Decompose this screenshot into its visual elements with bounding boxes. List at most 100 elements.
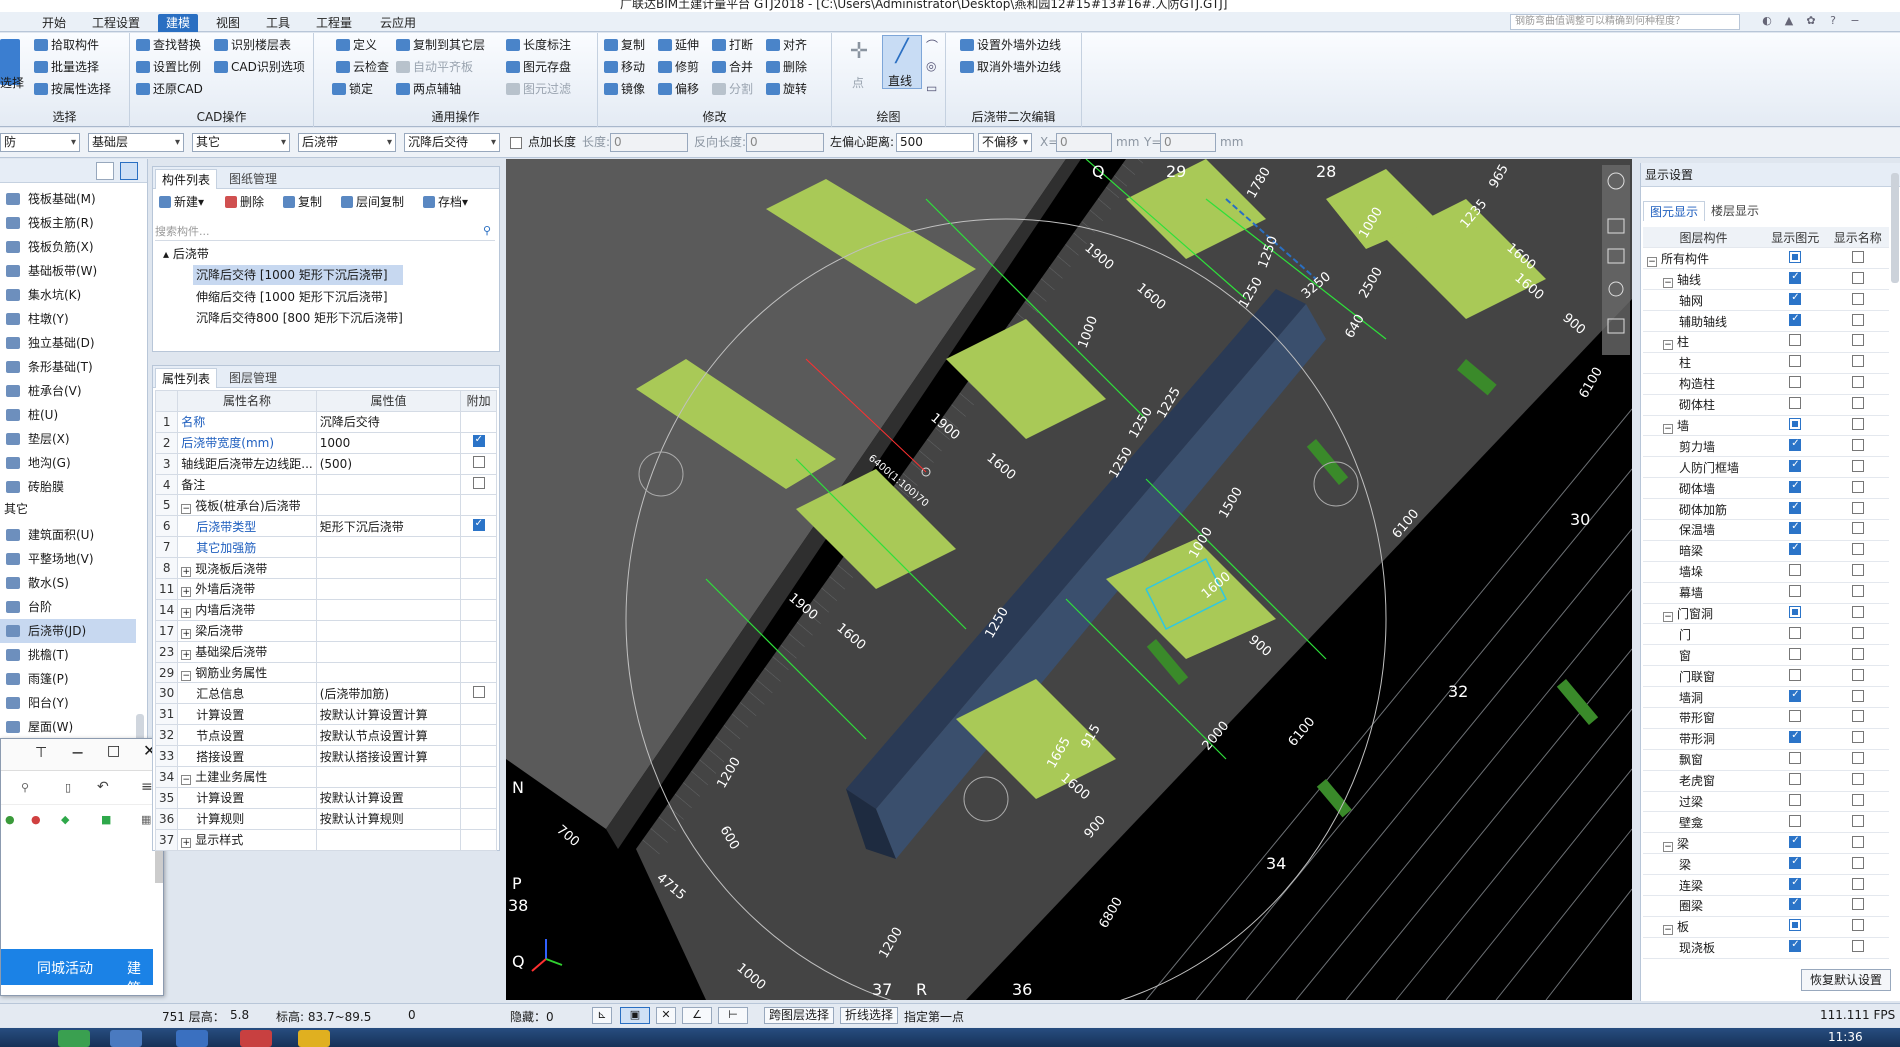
show-element-checkbox[interactable] <box>1789 417 1802 430</box>
property-value[interactable] <box>315 494 462 517</box>
element-filter-button[interactable]: 图元过滤 <box>506 79 571 99</box>
nav-item[interactable]: 桩(U) <box>0 403 136 427</box>
display-scrollbar[interactable] <box>1891 173 1899 283</box>
point-icon[interactable]: ✛ <box>844 39 874 69</box>
search-icon[interactable]: ⚲ <box>21 781 29 794</box>
show-name-checkbox[interactable] <box>1851 752 1864 765</box>
show-element-checkbox[interactable] <box>1789 313 1802 326</box>
show-name-checkbox[interactable] <box>1851 647 1864 660</box>
show-element-checkbox[interactable] <box>1789 856 1802 869</box>
tab-start[interactable]: 开始 <box>34 14 74 32</box>
property-row[interactable]: 17 + 梁后浇带 <box>154 619 497 642</box>
delete-button[interactable]: 删除 <box>766 57 807 77</box>
attach-checkbox[interactable] <box>472 477 485 489</box>
tree-root-postcast[interactable]: ▴ 后浇带 <box>163 245 209 262</box>
property-value[interactable] <box>315 619 462 642</box>
tab-project-settings[interactable]: 工程设置 <box>84 14 148 32</box>
show-name-checkbox[interactable] <box>1851 626 1864 639</box>
show-element-checkbox[interactable] <box>1789 585 1802 598</box>
auto-align-slab-button[interactable]: 自动平齐板 <box>396 57 473 77</box>
nav-item[interactable]: 散水(S) <box>0 571 136 595</box>
taskbar-app-icon[interactable] <box>298 1030 330 1047</box>
show-element-checkbox[interactable] <box>1789 501 1802 514</box>
expand-toggle-icon[interactable]: − <box>1663 611 1673 622</box>
nav-item[interactable]: 雨篷(P) <box>0 667 136 691</box>
building-link[interactable]: 建筑 <box>127 958 153 998</box>
cancel-outer-wall-button[interactable]: 取消外墙外边线 <box>960 57 1061 77</box>
show-element-checkbox[interactable] <box>1789 397 1802 410</box>
property-row[interactable]: 7 其它加强筋 <box>154 536 497 559</box>
expand-toggle-icon[interactable]: − <box>1663 841 1673 852</box>
show-name-checkbox[interactable] <box>1851 731 1864 744</box>
tab-cloud[interactable]: 云应用 <box>372 14 424 32</box>
select-big-button[interactable]: 选择 <box>0 73 24 93</box>
tab-floor-display[interactable]: 楼层显示 <box>1705 201 1765 221</box>
expand-toggle-icon[interactable]: − <box>181 671 192 682</box>
cad-options-button[interactable]: CAD识别选项 <box>214 57 305 77</box>
category-select[interactable]: 其它 <box>192 133 290 152</box>
nav-item[interactable]: 筏板主筋(R) <box>0 211 136 235</box>
offset-mode-select[interactable]: 不偏移 <box>978 133 1032 152</box>
find-replace-button[interactable]: 查找替换 <box>136 35 201 55</box>
expand-toggle-icon[interactable]: − <box>1647 256 1657 267</box>
list-view-icon[interactable] <box>96 162 114 180</box>
add-length-checkbox[interactable] <box>510 137 522 149</box>
expand-toggle-icon[interactable]: − <box>181 503 192 514</box>
show-name-checkbox[interactable] <box>1851 605 1864 618</box>
nav-item[interactable]: 集水坑(K) <box>0 283 136 307</box>
tab-property-list[interactable]: 属性列表 <box>155 368 218 388</box>
recognize-floor-table-button[interactable]: 识别楼层表 <box>214 35 291 55</box>
show-name-checkbox[interactable] <box>1851 668 1864 681</box>
tab-drawing-management[interactable]: 图纸管理 <box>223 169 283 189</box>
rotate-button[interactable]: 旋转 <box>766 79 807 99</box>
show-element-checkbox[interactable] <box>1789 730 1802 744</box>
show-name-checkbox[interactable] <box>1851 710 1864 723</box>
y-input[interactable]: 0 <box>1160 133 1216 152</box>
show-name-checkbox[interactable] <box>1851 313 1864 326</box>
component-item-selected[interactable]: 沉降后交待 [1000 矩形下沉后浇带] <box>193 265 403 285</box>
show-element-checkbox[interactable] <box>1789 814 1802 827</box>
show-element-checkbox[interactable] <box>1789 689 1802 702</box>
property-value[interactable] <box>315 557 462 580</box>
show-element-checkbox[interactable] <box>1789 376 1802 389</box>
property-row[interactable]: 36 计算规则 按默认计算规则 <box>154 807 497 830</box>
property-value[interactable] <box>315 828 462 851</box>
save-element-button[interactable]: 图元存盘 <box>506 57 571 77</box>
tab-component-list[interactable]: 构件列表 <box>155 169 218 189</box>
show-name-checkbox[interactable] <box>1851 689 1864 702</box>
extend-button[interactable]: 延伸 <box>658 35 699 55</box>
define-button[interactable]: 定义 <box>336 35 377 55</box>
property-value[interactable] <box>315 598 462 621</box>
x-input[interactable]: 0 <box>1056 133 1112 152</box>
merge-button[interactable]: 合并 <box>712 57 753 77</box>
property-row[interactable]: 37 + 显示样式 <box>154 828 497 851</box>
show-name-checkbox[interactable] <box>1851 564 1864 577</box>
tab-modeling[interactable]: 建模 <box>158 14 199 32</box>
polyline-select-button[interactable]: 折线选择 <box>840 1007 899 1024</box>
component-item[interactable]: 沉降后交待800 [800 矩形下沉后浇带] <box>193 308 403 328</box>
expand-toggle-icon[interactable]: + <box>181 650 192 661</box>
show-element-checkbox[interactable] <box>1789 897 1802 911</box>
property-row[interactable]: 35 计算设置 按默认计算设置 <box>154 786 497 809</box>
restore-defaults-button[interactable]: 恢复默认设置 <box>1801 969 1891 991</box>
expand-toggle-icon[interactable]: − <box>1663 423 1673 434</box>
property-row[interactable]: 34− 土建业务属性 <box>154 766 497 788</box>
copy-button[interactable]: 复制 <box>604 35 645 55</box>
pick-component-button[interactable]: 拾取构件 <box>34 35 99 55</box>
tab-view[interactable]: 视图 <box>208 14 248 32</box>
dim-toggle-icon[interactable]: ⊢ <box>718 1007 748 1024</box>
split-button[interactable]: 分割 <box>712 79 753 99</box>
show-name-checkbox[interactable] <box>1851 480 1864 493</box>
align-button[interactable]: 对齐 <box>766 35 807 55</box>
component-item[interactable]: 伸缩后交待 [1000 矩形下沉后浇带] <box>193 287 388 307</box>
nav-item[interactable]: 台阶 <box>0 595 136 619</box>
left-offset-input[interactable]: 500 <box>896 133 974 152</box>
grid-view-icon[interactable] <box>120 162 138 180</box>
show-element-checkbox[interactable] <box>1789 438 1802 451</box>
show-name-checkbox[interactable] <box>1851 334 1864 347</box>
show-name-checkbox[interactable] <box>1851 585 1864 598</box>
search-icon[interactable]: ⚲ <box>483 224 491 237</box>
property-row[interactable]: 5− 筏板(桩承台)后浇带 <box>154 494 497 517</box>
nav-item[interactable]: 砖胎膜 <box>0 475 136 499</box>
property-row[interactable]: 33 搭接设置 按默认搭接设置计算 <box>154 745 497 768</box>
